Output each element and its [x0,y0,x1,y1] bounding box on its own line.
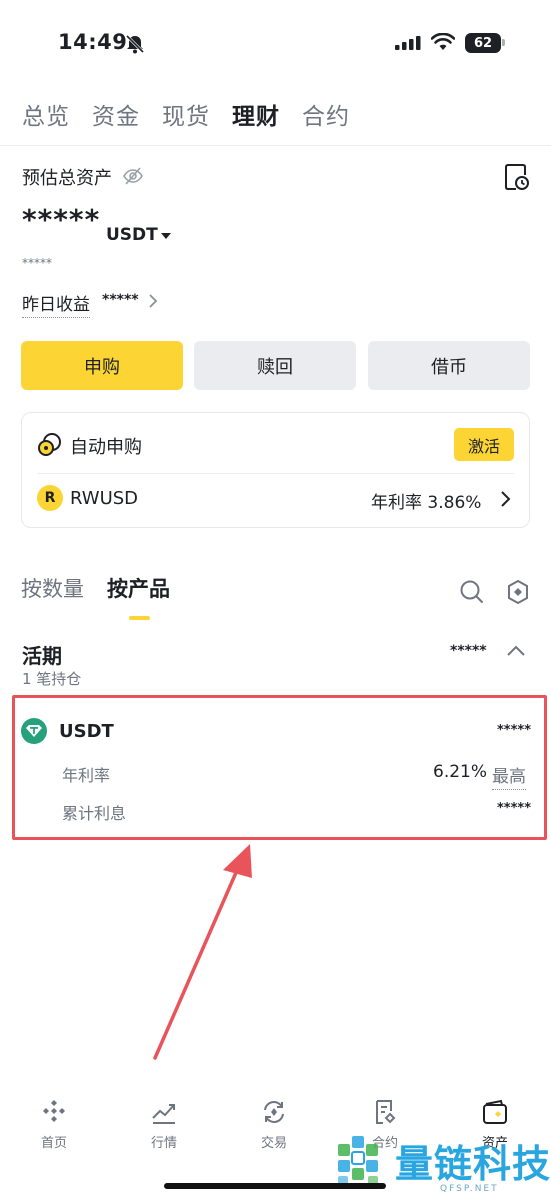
tab-futures[interactable]: 合约 [302,97,350,131]
tab-by-quantity[interactable]: 按数量 [21,573,84,603]
tab-spot[interactable]: 现货 [162,97,210,131]
sub-assets-masked: ***** [22,256,52,270]
nav-trade-label: 交易 [260,1136,287,1151]
wallet-icon [483,1099,507,1124]
usdt-logo-icon [21,718,47,744]
watermark-text: 量链科技 [395,1142,551,1186]
nav-home-label: 首页 [40,1136,67,1151]
usdt-name[interactable]: USDT [59,721,114,742]
nav-home[interactable]: 首页 [14,1098,94,1151]
nav-markets[interactable]: 行情 [124,1098,204,1151]
bell-off-icon [125,34,145,54]
redeem-button[interactable]: 赎回 [194,341,356,390]
tab-underline [129,616,150,620]
top-tabs: 总览 资金 现货 理财 合约 [22,97,350,131]
yesterday-earnings-label[interactable]: 昨日收益 [22,290,90,318]
divider [37,473,514,474]
search-icon[interactable] [459,579,484,604]
position-count: 1 笔持仓 [22,670,82,688]
accumulated-interest-label: 累计利息 [62,804,127,823]
tab-funding[interactable]: 资金 [92,97,140,131]
tab-by-product[interactable]: 按产品 [107,573,170,603]
chevron-right-icon[interactable] [148,293,158,309]
flexible-total-masked: ***** [450,643,487,659]
activate-button[interactable]: 激活 [454,428,514,461]
caret-down-icon[interactable] [161,233,171,239]
rwusd-logo-icon: R [37,485,63,511]
accumulated-interest-masked: ***** [497,801,531,816]
filter-hexagon-icon[interactable] [506,579,530,605]
apr-value: 6.21% [433,762,488,782]
annotation-arrow-icon [153,844,252,1060]
rwusd-name[interactable]: RWUSD [70,488,138,509]
tab-overview[interactable]: 总览 [22,97,70,131]
signal-icon [395,36,421,50]
status-time: 14:49 [58,30,128,54]
yesterday-earnings-masked: ***** [102,292,139,308]
trade-exchange-icon [264,1101,284,1123]
futures-document-icon [376,1100,396,1124]
currency-unit[interactable]: USDT [106,225,158,245]
subscribe-button[interactable]: 申购 [21,341,183,390]
eye-off-icon[interactable] [122,165,144,187]
watermark-subtext: QFSP.NET [440,1184,499,1194]
apr-label: 年利率 [62,766,111,785]
battery-icon: 62 [465,33,501,53]
screen: 14:49 62 总览 资金 现货 理财 合约 预估总资产 ***** USDT… [0,0,551,1200]
chevron-up-icon[interactable] [506,645,526,657]
estimated-assets-label: 预估总资产 [22,168,112,189]
tab-earn[interactable]: 理财 [232,97,280,131]
home-diamond-icon [43,1100,65,1122]
wifi-icon [431,33,455,50]
borrow-button[interactable]: 借币 [368,341,530,390]
nav-markets-label: 行情 [150,1136,177,1151]
total-assets-masked: ***** [22,203,101,236]
chevron-right-icon[interactable] [500,490,512,508]
auto-subscribe-title: 自动申购 [70,437,142,458]
history-record-icon[interactable] [504,163,530,191]
apr-max-label[interactable]: 最高 [492,762,526,790]
auto-subscribe-icon [38,433,61,456]
rwusd-apr[interactable]: 年利率 3.86% [371,488,481,513]
home-indicator [164,1183,386,1189]
usdt-amount-masked: ***** [497,723,531,738]
battery-tip [502,39,505,46]
chart-trend-icon [152,1104,175,1124]
divider [0,145,551,146]
nav-trade[interactable]: 交易 [234,1098,314,1151]
flexible-title: 活期 [22,644,62,668]
